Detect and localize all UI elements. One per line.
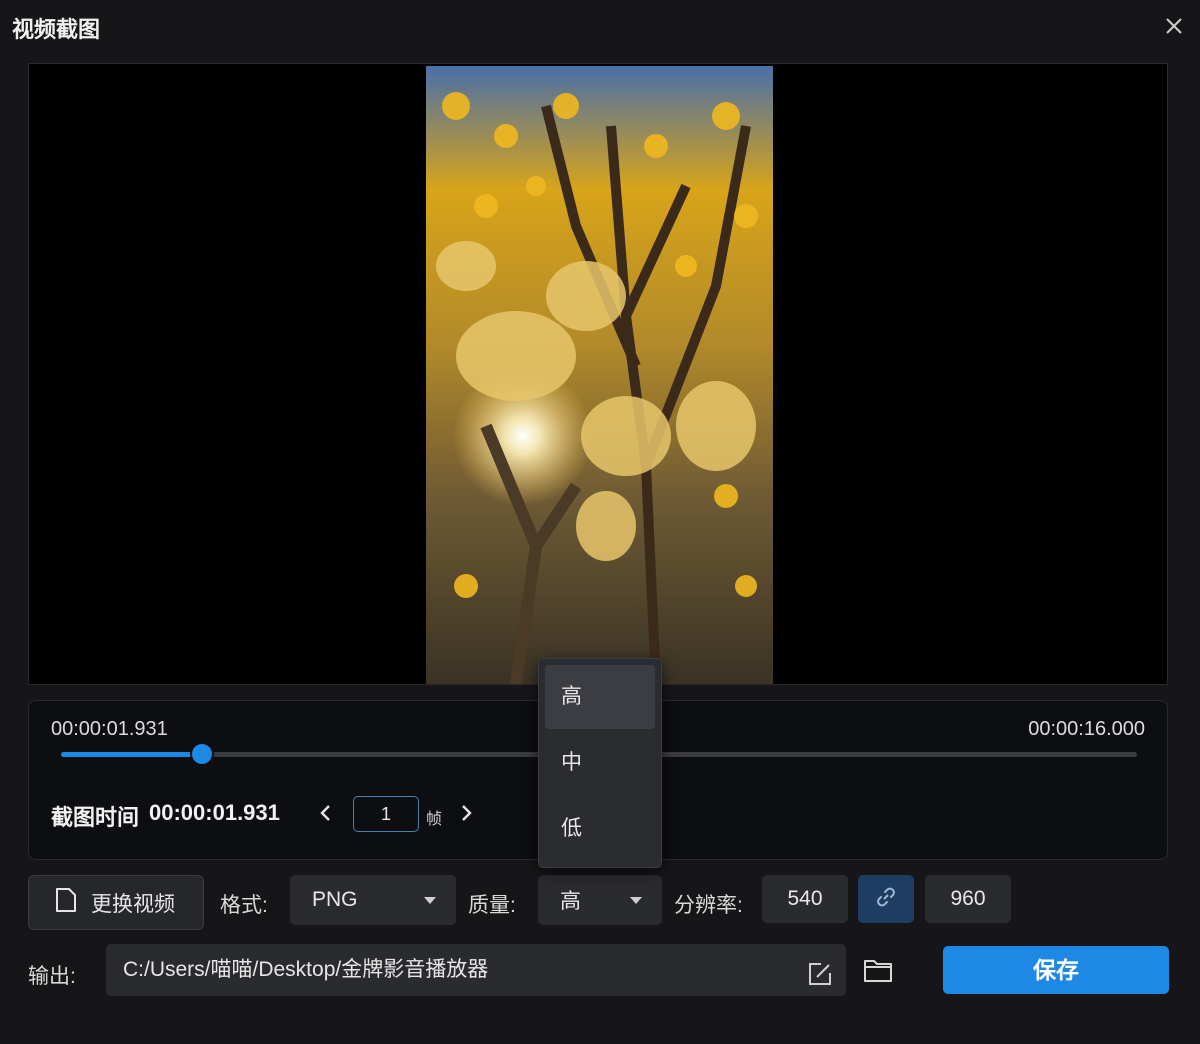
quality-dropdown-menu: 高 中 低 bbox=[538, 658, 662, 868]
frame-unit-label: 帧 bbox=[426, 811, 443, 828]
chevron-right-icon[interactable] bbox=[455, 802, 477, 824]
link-aspect-button[interactable] bbox=[858, 875, 914, 923]
output-path-text: C:/Users/喵喵/Desktop/金牌影音播放器 bbox=[123, 958, 489, 981]
frame-step-input[interactable]: 1 bbox=[353, 796, 419, 832]
folder-icon[interactable] bbox=[862, 955, 894, 985]
caret-down-icon bbox=[424, 897, 436, 904]
close-icon[interactable] bbox=[1162, 14, 1186, 38]
quality-label: 质量: bbox=[468, 894, 516, 917]
caret-down-icon bbox=[630, 897, 642, 904]
dropdown-option[interactable]: 低 bbox=[545, 797, 655, 861]
quality-select[interactable]: 高 bbox=[538, 875, 662, 925]
timeline-thumb[interactable] bbox=[191, 744, 212, 764]
link-icon bbox=[874, 885, 898, 914]
video-preview bbox=[28, 63, 1168, 685]
file-icon bbox=[55, 887, 77, 918]
window-title: 视频截图 bbox=[12, 17, 101, 42]
change-video-label: 更换视频 bbox=[91, 892, 175, 916]
current-time: 00:00:01.931 bbox=[51, 718, 168, 740]
quality-value: 高 bbox=[560, 890, 581, 913]
format-label: 格式: bbox=[220, 894, 268, 917]
output-label: 输出: bbox=[28, 965, 76, 988]
total-time: 00:00:16.000 bbox=[1028, 718, 1145, 740]
save-button[interactable]: 保存 bbox=[943, 946, 1169, 994]
capture-time-value: 00:00:01.931 bbox=[149, 800, 280, 825]
dropdown-option[interactable]: 中 bbox=[545, 731, 655, 795]
height-input[interactable]: 960 bbox=[925, 875, 1011, 923]
timeline-progress bbox=[61, 752, 202, 757]
format-value: PNG bbox=[312, 888, 358, 911]
dropdown-option[interactable]: 高 bbox=[545, 665, 655, 729]
resolution-label: 分辨率: bbox=[674, 894, 743, 917]
edit-icon[interactable] bbox=[806, 956, 834, 985]
format-select[interactable]: PNG bbox=[290, 875, 456, 925]
width-input[interactable]: 540 bbox=[762, 875, 848, 923]
chevron-left-icon[interactable] bbox=[315, 802, 337, 824]
change-video-button[interactable]: 更换视频 bbox=[28, 875, 204, 930]
output-path-field[interactable]: C:/Users/喵喵/Desktop/金牌影音播放器 bbox=[106, 944, 846, 996]
capture-time-label: 截图时间 bbox=[51, 805, 140, 830]
video-frame-image bbox=[426, 66, 773, 684]
